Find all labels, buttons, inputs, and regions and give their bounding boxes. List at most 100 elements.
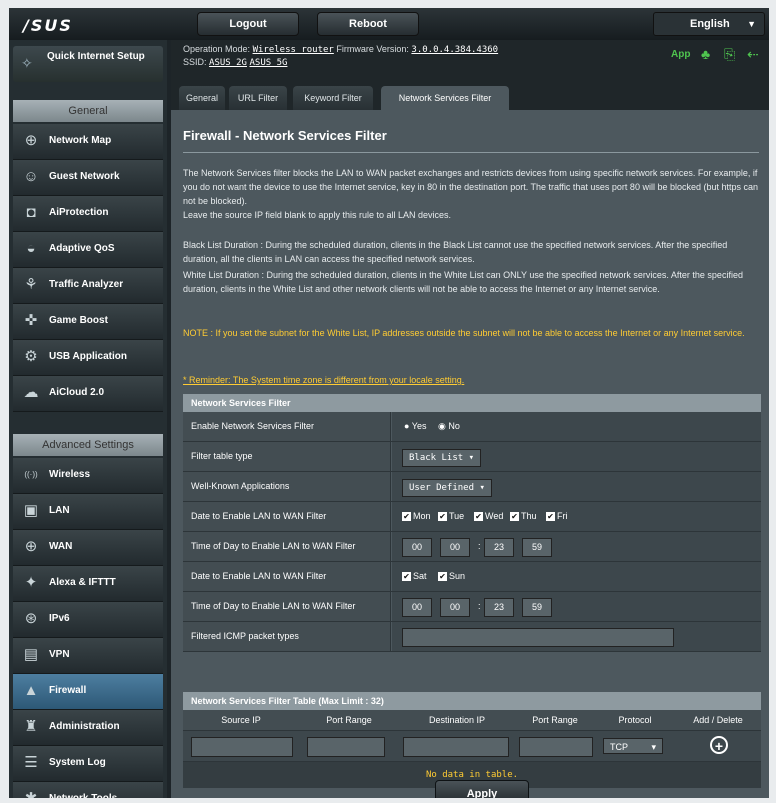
radio-yes[interactable]: ● Yes <box>404 421 426 431</box>
known-apps-label: Well-Known Applications <box>183 472 391 501</box>
icmp-value <box>392 622 761 651</box>
col-port-range: Port Range <box>326 715 372 725</box>
filter-type-select[interactable]: Black List ▾ <box>402 449 482 467</box>
sidebar-item-label: AiProtection <box>49 207 109 218</box>
sidebar-item-ipv6[interactable]: ⊛ IPv6 <box>13 602 163 638</box>
sidebar-item-usb-application[interactable]: ⚙ USB Application <box>13 340 163 376</box>
checkbox-tue[interactable]: ✔ Tue <box>438 511 465 522</box>
sidebar-item-network-map[interactable]: ⊕ Network Map <box>13 124 163 160</box>
checkbox-wed[interactable]: ✔ Wed <box>474 511 503 522</box>
usb-icon[interactable]: ⎘ <box>724 46 735 63</box>
sidebar-item-vpn[interactable]: ▤ VPN <box>13 638 163 674</box>
checkmark-icon: ✔ <box>510 512 519 522</box>
time-zone-reminder-link[interactable]: * Reminder: The System time zone is diff… <box>183 375 464 385</box>
quick-internet-setup-button[interactable]: ✧ Quick Internet Setup <box>13 46 163 82</box>
sidebar-item-aicloud-2-0[interactable]: ☁ AiCloud 2.0 <box>13 376 163 412</box>
weekday-checkboxes: ✔ Mon ✔ Tue ✔ Wed ✔ Thu ✔ Fri <box>392 502 761 531</box>
ipv6-icon: ⊛ <box>24 610 38 627</box>
time-separator: : <box>478 541 481 551</box>
reboot-button[interactable]: Reboot <box>317 12 419 36</box>
asus-logo: /SUS <box>23 16 73 35</box>
checkmark-icon: ✔ <box>438 572 447 582</box>
tab-network-services-filter[interactable]: Network Services Filter <box>381 86 509 110</box>
sidebar-item-network-tools[interactable]: ✱ Network Tools <box>13 782 163 798</box>
checkbox-fri[interactable]: ✔ Fri <box>546 511 568 522</box>
shield-icon: ◘ <box>26 204 36 221</box>
sidebar-item-administration[interactable]: ♜ Administration <box>13 710 163 746</box>
checkbox-sat[interactable]: ✔ Sat <box>402 571 427 582</box>
sidebar-item-wireless[interactable]: ((·)) Wireless <box>13 458 163 494</box>
weekend-start-hour-input[interactable]: 00 <box>402 598 432 617</box>
apply-button[interactable]: Apply <box>435 780 529 798</box>
add-rule-icon[interactable]: + <box>710 736 728 754</box>
tab-url-filter[interactable]: URL Filter <box>229 86 287 110</box>
operation-mode-label: Operation Mode: <box>183 44 251 54</box>
weekday-end-hour-input[interactable]: 23 <box>484 538 514 557</box>
description-text: The Network Services filter blocks the L… <box>183 166 763 222</box>
sidebar-item-guest-network[interactable]: ☺ Guest Network <box>13 160 163 196</box>
tab-general[interactable]: General <box>179 86 225 110</box>
logout-button[interactable]: Logout <box>197 12 299 36</box>
sidebar-item-adaptive-qos[interactable]: ◒ Adaptive QoS <box>13 232 163 268</box>
top-bar: /SUS Logout Reboot English ▼ <box>9 8 769 40</box>
icmp-label: Filtered ICMP packet types <box>183 622 391 651</box>
weekend-end-hour-input[interactable]: 23 <box>484 598 514 617</box>
sidebar-item-aiprotection[interactable]: ◘ AiProtection <box>13 196 163 232</box>
known-apps-select[interactable]: User Defined ▾ <box>402 479 492 497</box>
checkbox-mon[interactable]: ✔ Mon <box>402 511 431 522</box>
ssid-2g-link[interactable]: ASUS_2G <box>209 58 247 68</box>
black-list-description: Black List Duration : During the schedul… <box>183 240 728 264</box>
checkbox-sun[interactable]: ✔ Sun <box>438 571 465 582</box>
sidebar-item-firewall[interactable]: ▲ Firewall <box>13 674 163 710</box>
weekend-end-minute-input[interactable]: 59 <box>522 598 552 617</box>
radio-no[interactable]: ◉ No <box>438 421 460 432</box>
tab-keyword-filter[interactable]: Keyword Filter <box>293 86 373 110</box>
sidebar-item-label: LAN <box>49 505 70 516</box>
col-protocol: Protocol <box>618 715 652 725</box>
icmp-types-input[interactable] <box>402 628 674 647</box>
checkbox-label: Tue <box>449 511 465 521</box>
source-ip-input[interactable] <box>191 737 293 757</box>
sidebar-item-wan[interactable]: ⊕ WAN <box>13 530 163 566</box>
destination-ip-input[interactable] <box>403 737 509 757</box>
note-text: NOTE : If you set the subnet for the Whi… <box>183 328 745 338</box>
enable-filter-value: ● Yes ◉ No <box>392 412 761 441</box>
network-status-icon[interactable]: ⇠ <box>747 46 759 63</box>
firewall-tabs: General URL Filter Keyword Filter Networ… <box>171 78 769 110</box>
form-header: Network Services Filter <box>183 394 761 412</box>
app-link[interactable]: App <box>671 49 690 60</box>
checkbox-label: Mon <box>413 511 431 521</box>
sidebar-item-label: Network Map <box>49 135 112 146</box>
destination-port-input[interactable] <box>519 737 593 757</box>
title-divider <box>183 152 759 153</box>
filter-type-value: Black List ▾ <box>392 442 761 471</box>
users-icon[interactable]: ♣ <box>701 46 710 62</box>
source-port-input[interactable] <box>307 737 385 757</box>
weekday-end-minute-input[interactable]: 59 <box>522 538 552 557</box>
firmware-version-link[interactable]: 3.0.0.4.384.4360 <box>411 45 498 55</box>
protocol-select[interactable]: TCP ▾ <box>603 738 663 754</box>
ssid-5g-link[interactable]: ASUS_5G <box>249 58 287 68</box>
wan-globe-icon: ⊕ <box>24 538 38 555</box>
page-title: Firewall - Network Services Filter <box>183 128 387 143</box>
col-source-ip: Source IP <box>221 715 261 725</box>
sidebar-item-label: Traffic Analyzer <box>49 279 124 290</box>
sidebar-item-lan[interactable]: ▣ LAN <box>13 494 163 530</box>
operation-mode-link[interactable]: Wireless router <box>253 45 334 55</box>
white-list-description: White List Duration : During the schedul… <box>183 270 743 294</box>
sidebar-item-label: System Log <box>49 757 106 768</box>
col-add-delete: Add / Delete <box>693 715 743 725</box>
advanced-settings-header: Advanced Settings <box>13 434 163 456</box>
sidebar-item-game-boost[interactable]: ✜ Game Boost <box>13 304 163 340</box>
sidebar-item-system-log[interactable]: ☰ System Log <box>13 746 163 782</box>
sidebar-item-traffic-analyzer[interactable]: ⚘ Traffic Analyzer <box>13 268 163 304</box>
filter-type-label: Filter table type <box>183 442 391 471</box>
weekday-start-minute-input[interactable]: 00 <box>440 538 470 557</box>
weekday-start-hour-input[interactable]: 00 <box>402 538 432 557</box>
language-select[interactable]: English ▼ <box>653 12 765 36</box>
sidebar-item-label: Wireless <box>49 469 91 480</box>
sidebar-item-alexa-ifttt[interactable]: ✦ Alexa & IFTTT <box>13 566 163 602</box>
weekend-start-minute-input[interactable]: 00 <box>440 598 470 617</box>
enable-filter-row: Enable Network Services Filter ● Yes ◉ N… <box>183 412 761 442</box>
checkbox-thu[interactable]: ✔ Thu <box>510 511 537 522</box>
